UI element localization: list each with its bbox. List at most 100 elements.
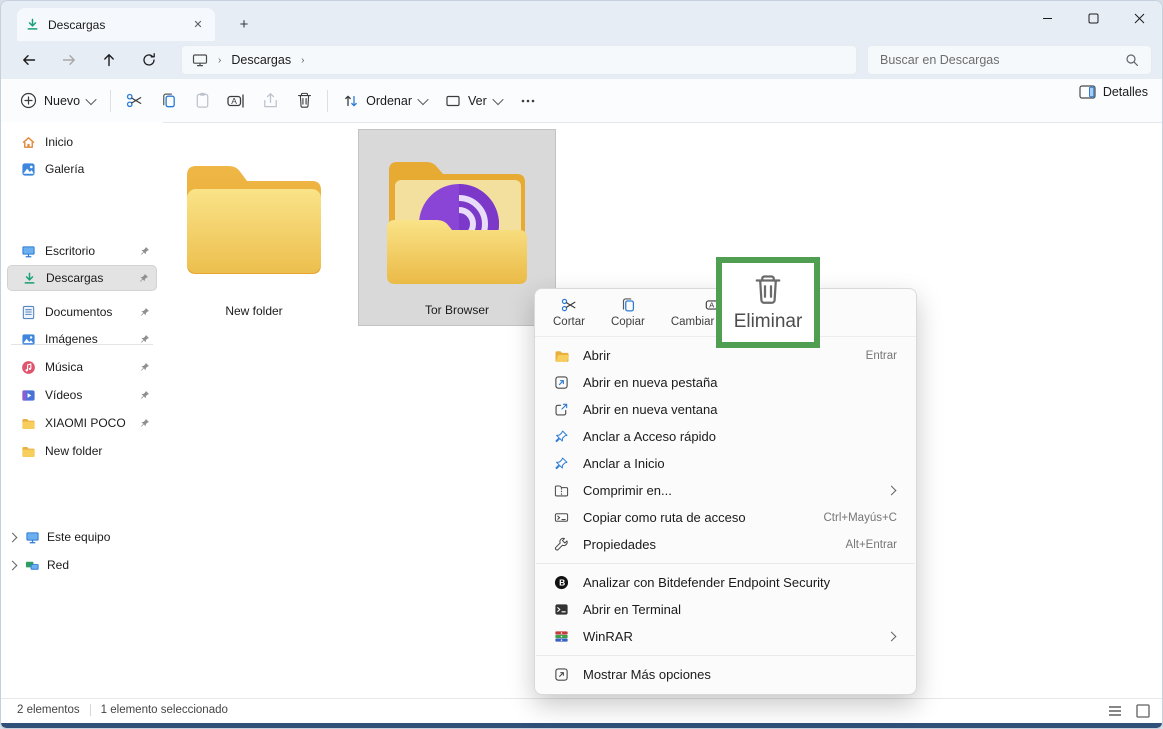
- desktop-icon: [21, 244, 36, 259]
- context-menu: Cortar Copiar A Cambiar nombre Abrir: [534, 288, 917, 695]
- new-tab-icon: [553, 374, 570, 391]
- up-button[interactable]: [93, 45, 125, 75]
- folder-icon: [21, 444, 36, 459]
- file-tile-tor-browser[interactable]: Tor Browser: [358, 129, 556, 326]
- more-options-button[interactable]: [511, 86, 545, 116]
- refresh-button[interactable]: [133, 45, 165, 75]
- network-icon: [25, 558, 40, 573]
- trash-icon: [750, 272, 786, 308]
- breadcrumb[interactable]: › Descargas ›: [181, 45, 857, 75]
- menu-item-bitdefender[interactable]: B Analizar con Bitdefender Endpoint Secu…: [540, 569, 911, 596]
- menu-divider: [536, 655, 915, 656]
- quick-action-label: Copiar: [611, 316, 645, 328]
- sort-icon: [343, 93, 359, 109]
- sidebar-item-musica[interactable]: Música: [7, 354, 157, 380]
- file-tile-new-folder[interactable]: New folder: [155, 129, 353, 326]
- cut-button[interactable]: [117, 86, 151, 116]
- chevron-right-icon: [8, 532, 18, 542]
- pin-icon: [139, 417, 151, 429]
- menu-item-anclar-inicio[interactable]: Anclar a Inicio: [540, 450, 911, 477]
- new-button[interactable]: Nuevo: [11, 86, 104, 115]
- tab-descargas[interactable]: Descargas ✕: [17, 8, 215, 41]
- back-button[interactable]: [13, 45, 45, 75]
- home-icon: [21, 135, 36, 150]
- wrench-icon: [553, 536, 570, 553]
- sidebar-item-galeria[interactable]: Galería: [7, 156, 157, 182]
- view-button-label: Ver: [468, 94, 487, 108]
- sort-button[interactable]: Ordenar: [334, 87, 436, 115]
- details-pane-button[interactable]: Detalles: [1079, 85, 1148, 99]
- tab-bar: Descargas ✕ +: [1, 1, 1162, 41]
- sidebar-item-label: Descargas: [46, 271, 129, 285]
- forward-button[interactable]: [53, 45, 85, 75]
- selected-count: 1 elemento seleccionado: [101, 704, 228, 716]
- rename-button[interactable]: A: [219, 86, 253, 116]
- minimize-button[interactable]: [1024, 1, 1070, 35]
- menu-item-mostrar-mas-opciones[interactable]: Mostrar Más opciones: [540, 661, 911, 688]
- eliminar-highlight-annotation[interactable]: Eliminar: [716, 257, 820, 348]
- sidebar-item-este-equipo[interactable]: Este equipo: [3, 524, 165, 550]
- folder-icon: [175, 151, 333, 277]
- breadcrumb-item-descargas[interactable]: Descargas: [231, 53, 291, 67]
- sidebar-item-red[interactable]: Red: [3, 552, 165, 578]
- sidebar-item-descargas[interactable]: Descargas: [7, 265, 157, 291]
- sidebar-item-label: Este equipo: [47, 530, 165, 544]
- chevron-down-icon: [85, 93, 96, 104]
- status-bar: 2 elementos 1 elemento seleccionado: [1, 698, 1162, 721]
- open-folder-icon: [553, 347, 570, 364]
- svg-text:B: B: [559, 578, 565, 588]
- tab-title: Descargas: [48, 18, 189, 32]
- share-button[interactable]: [253, 86, 287, 116]
- breadcrumb-separator: ›: [218, 55, 221, 66]
- sidebar-item-label: Imágenes: [45, 332, 130, 346]
- menu-item-comprimir[interactable]: Comprimir en...: [540, 477, 911, 504]
- maximize-button[interactable]: [1070, 1, 1116, 35]
- list-view-icon[interactable]: [1108, 705, 1122, 717]
- bitdefender-icon: B: [553, 574, 570, 591]
- delete-button[interactable]: [287, 86, 321, 116]
- pin-icon: [139, 361, 151, 373]
- sidebar-item-documentos[interactable]: Documentos: [7, 299, 157, 325]
- menu-item-anclar-acceso-rapido[interactable]: Anclar a Acceso rápido: [540, 423, 911, 450]
- menu-item-winrar[interactable]: WinRAR: [540, 623, 911, 650]
- new-tab-button[interactable]: +: [233, 13, 255, 35]
- menu-item-propiedades[interactable]: Propiedades Alt+Entrar: [540, 531, 911, 558]
- sidebar-item-label: XIAOMI POCO F: [45, 416, 130, 430]
- view-icon: [445, 93, 461, 109]
- sidebar-item-inicio[interactable]: Inicio: [7, 129, 157, 155]
- sidebar-item-imagenes[interactable]: Imágenes: [7, 326, 157, 352]
- svg-text:A: A: [709, 301, 715, 310]
- pictures-icon: [21, 332, 36, 347]
- sidebar-item-label: Vídeos: [45, 388, 130, 402]
- sidebar-item-escritorio[interactable]: Escritorio: [7, 238, 157, 264]
- menu-item-abrir-nueva-ventana[interactable]: Abrir en nueva ventana: [540, 396, 911, 423]
- paste-button[interactable]: [185, 86, 219, 116]
- cut-menu-button[interactable]: Cortar: [553, 296, 585, 328]
- sidebar-item-new-folder[interactable]: New folder: [7, 438, 157, 464]
- winrar-icon: [553, 628, 570, 645]
- sidebar-item-videos[interactable]: Vídeos: [7, 382, 157, 408]
- search-box[interactable]: Buscar en Descargas: [867, 45, 1152, 75]
- copy-menu-button[interactable]: Copiar: [611, 296, 645, 328]
- pin-icon: [139, 306, 151, 318]
- videos-icon: [21, 388, 36, 403]
- breadcrumb-separator: ›: [301, 55, 304, 66]
- sidebar-item-xiaomi[interactable]: XIAOMI POCO F: [7, 410, 157, 436]
- menu-item-terminal[interactable]: Abrir en Terminal: [540, 596, 911, 623]
- tor-browser-folder-icon: [381, 150, 533, 286]
- music-icon: [21, 360, 36, 375]
- large-icons-view-icon[interactable]: [1136, 704, 1150, 718]
- new-button-label: Nuevo: [44, 94, 80, 108]
- sidebar-item-label: Red: [47, 558, 165, 572]
- chevron-down-icon: [492, 93, 503, 104]
- zip-folder-icon: [553, 482, 570, 499]
- search-icon: [1125, 53, 1139, 67]
- copy-button[interactable]: [151, 86, 185, 116]
- menu-item-abrir-nueva-pestana[interactable]: Abrir en nueva pestaña: [540, 369, 911, 396]
- close-button[interactable]: [1116, 1, 1162, 35]
- view-button[interactable]: Ver: [436, 87, 511, 115]
- path-icon: [553, 509, 570, 526]
- menu-item-copiar-ruta[interactable]: Copiar como ruta de acceso Ctrl+Mayús+C: [540, 504, 911, 531]
- tab-close-icon[interactable]: ✕: [189, 16, 207, 34]
- menu-divider: [536, 563, 915, 564]
